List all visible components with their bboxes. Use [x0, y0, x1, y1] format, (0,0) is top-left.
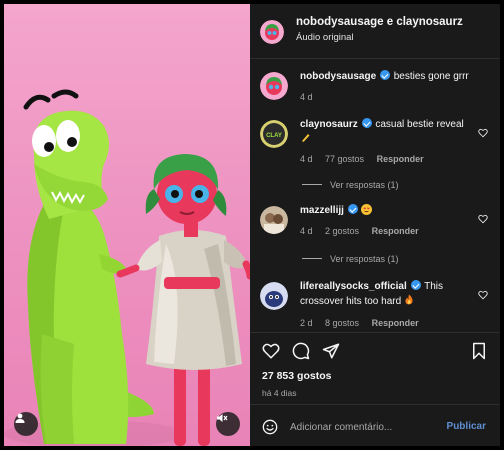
- post-date: há 4 dias: [262, 388, 297, 398]
- comment-username[interactable]: claynosaurz: [300, 119, 358, 130]
- heart-icon: [262, 343, 280, 359]
- fire-emoji-icon: [405, 294, 413, 305]
- verified-badge-icon: [361, 118, 372, 128]
- comment-time[interactable]: 4 d: [300, 154, 313, 164]
- heart-eyes-emoji-icon: [361, 204, 373, 215]
- comment-text: claynosaurz casual bestie reveal: [300, 118, 470, 147]
- mute-button[interactable]: [216, 412, 240, 436]
- muted-speaker-icon: [217, 414, 228, 422]
- comment-icon: [292, 342, 310, 360]
- view-replies-button[interactable]: Ver respostas (1): [302, 180, 399, 190]
- comment-time[interactable]: 2 d: [300, 318, 313, 328]
- audio-label[interactable]: Áudio original: [296, 32, 354, 43]
- comment-meta: 2 d 8 gostos Responder: [300, 318, 429, 328]
- reply-button[interactable]: Responder: [372, 318, 419, 328]
- tagged-users-button[interactable]: [14, 412, 38, 436]
- bookmark-icon: [473, 342, 485, 360]
- comment-likes[interactable]: 77 gostos: [325, 154, 364, 164]
- post-details-panel: nobodysausage e claynosaurz Áudio origin…: [250, 4, 500, 446]
- divider: [250, 404, 500, 405]
- like-button[interactable]: [260, 340, 282, 362]
- send-icon: [322, 343, 340, 359]
- comment-meta: 4 d 77 gostos Responder: [300, 154, 434, 164]
- likes-count[interactable]: 27 853 gostos: [262, 370, 331, 382]
- comment-text: nobodysausage besties gone grrr: [300, 70, 470, 84]
- verified-badge-icon: [379, 70, 390, 80]
- post-authors[interactable]: nobodysausage e claynosaurz: [296, 16, 463, 28]
- comment-text: mazzellijj: [300, 204, 470, 218]
- svg-text:CLAY: CLAY: [266, 133, 282, 139]
- heart-icon[interactable]: [478, 214, 488, 224]
- comment-body: besties gone grrr: [393, 71, 469, 82]
- comment-button[interactable]: [290, 340, 312, 362]
- action-bar: [250, 340, 500, 366]
- verified-badge-icon: [410, 280, 421, 290]
- writing-hand-emoji-icon: [301, 134, 310, 143]
- collab-avatar[interactable]: [260, 20, 284, 44]
- avatar-image: CLAY: [260, 120, 288, 148]
- comment-meta: 4 d 2 gostos Responder: [300, 226, 429, 236]
- comment-username[interactable]: nobodysausage: [300, 71, 376, 82]
- avatar-image: [260, 206, 288, 234]
- comment-text: lifereallysocks_official This crossover …: [300, 280, 470, 309]
- comment-likes[interactable]: 2 gostos: [325, 226, 359, 236]
- reply-button[interactable]: Responder: [377, 154, 424, 164]
- comment-composer: Publicar: [250, 408, 500, 446]
- comment-input[interactable]: [290, 418, 430, 436]
- verified-badge-icon: [347, 204, 358, 214]
- avatar[interactable]: [260, 282, 288, 310]
- comment-body: casual bestie reveal: [375, 119, 464, 130]
- avatar[interactable]: [260, 72, 288, 100]
- emoji-icon[interactable]: [262, 419, 278, 435]
- avatar-image: [260, 282, 288, 310]
- heart-icon[interactable]: [478, 290, 488, 300]
- post-viewer: nobodysausage e claynosaurz Áudio origin…: [0, 0, 504, 450]
- comment-likes[interactable]: 8 gostos: [325, 318, 359, 328]
- comment-meta: 4 d: [300, 92, 323, 102]
- avatar[interactable]: [260, 206, 288, 234]
- comment-username[interactable]: lifereallysocks_official: [300, 281, 407, 292]
- divider: [250, 332, 500, 333]
- heart-icon[interactable]: [478, 128, 488, 138]
- save-button[interactable]: [468, 340, 490, 362]
- publish-button[interactable]: Publicar: [447, 421, 486, 432]
- post-header: nobodysausage e claynosaurz Áudio origin…: [250, 4, 500, 59]
- avatar-image: [260, 20, 284, 44]
- avatar[interactable]: CLAY: [260, 120, 288, 148]
- view-replies-button[interactable]: Ver respostas (1): [302, 254, 399, 264]
- comment-time[interactable]: 4 d: [300, 92, 313, 102]
- comment-time[interactable]: 4 d: [300, 226, 313, 236]
- comment-username[interactable]: mazzellijj: [300, 205, 344, 216]
- reply-button[interactable]: Responder: [372, 226, 419, 236]
- share-button[interactable]: [320, 340, 342, 362]
- avatar-image: [260, 72, 288, 100]
- video-frame-illustration: [4, 89, 250, 446]
- user-icon: [15, 413, 25, 423]
- post-video[interactable]: [4, 4, 250, 446]
